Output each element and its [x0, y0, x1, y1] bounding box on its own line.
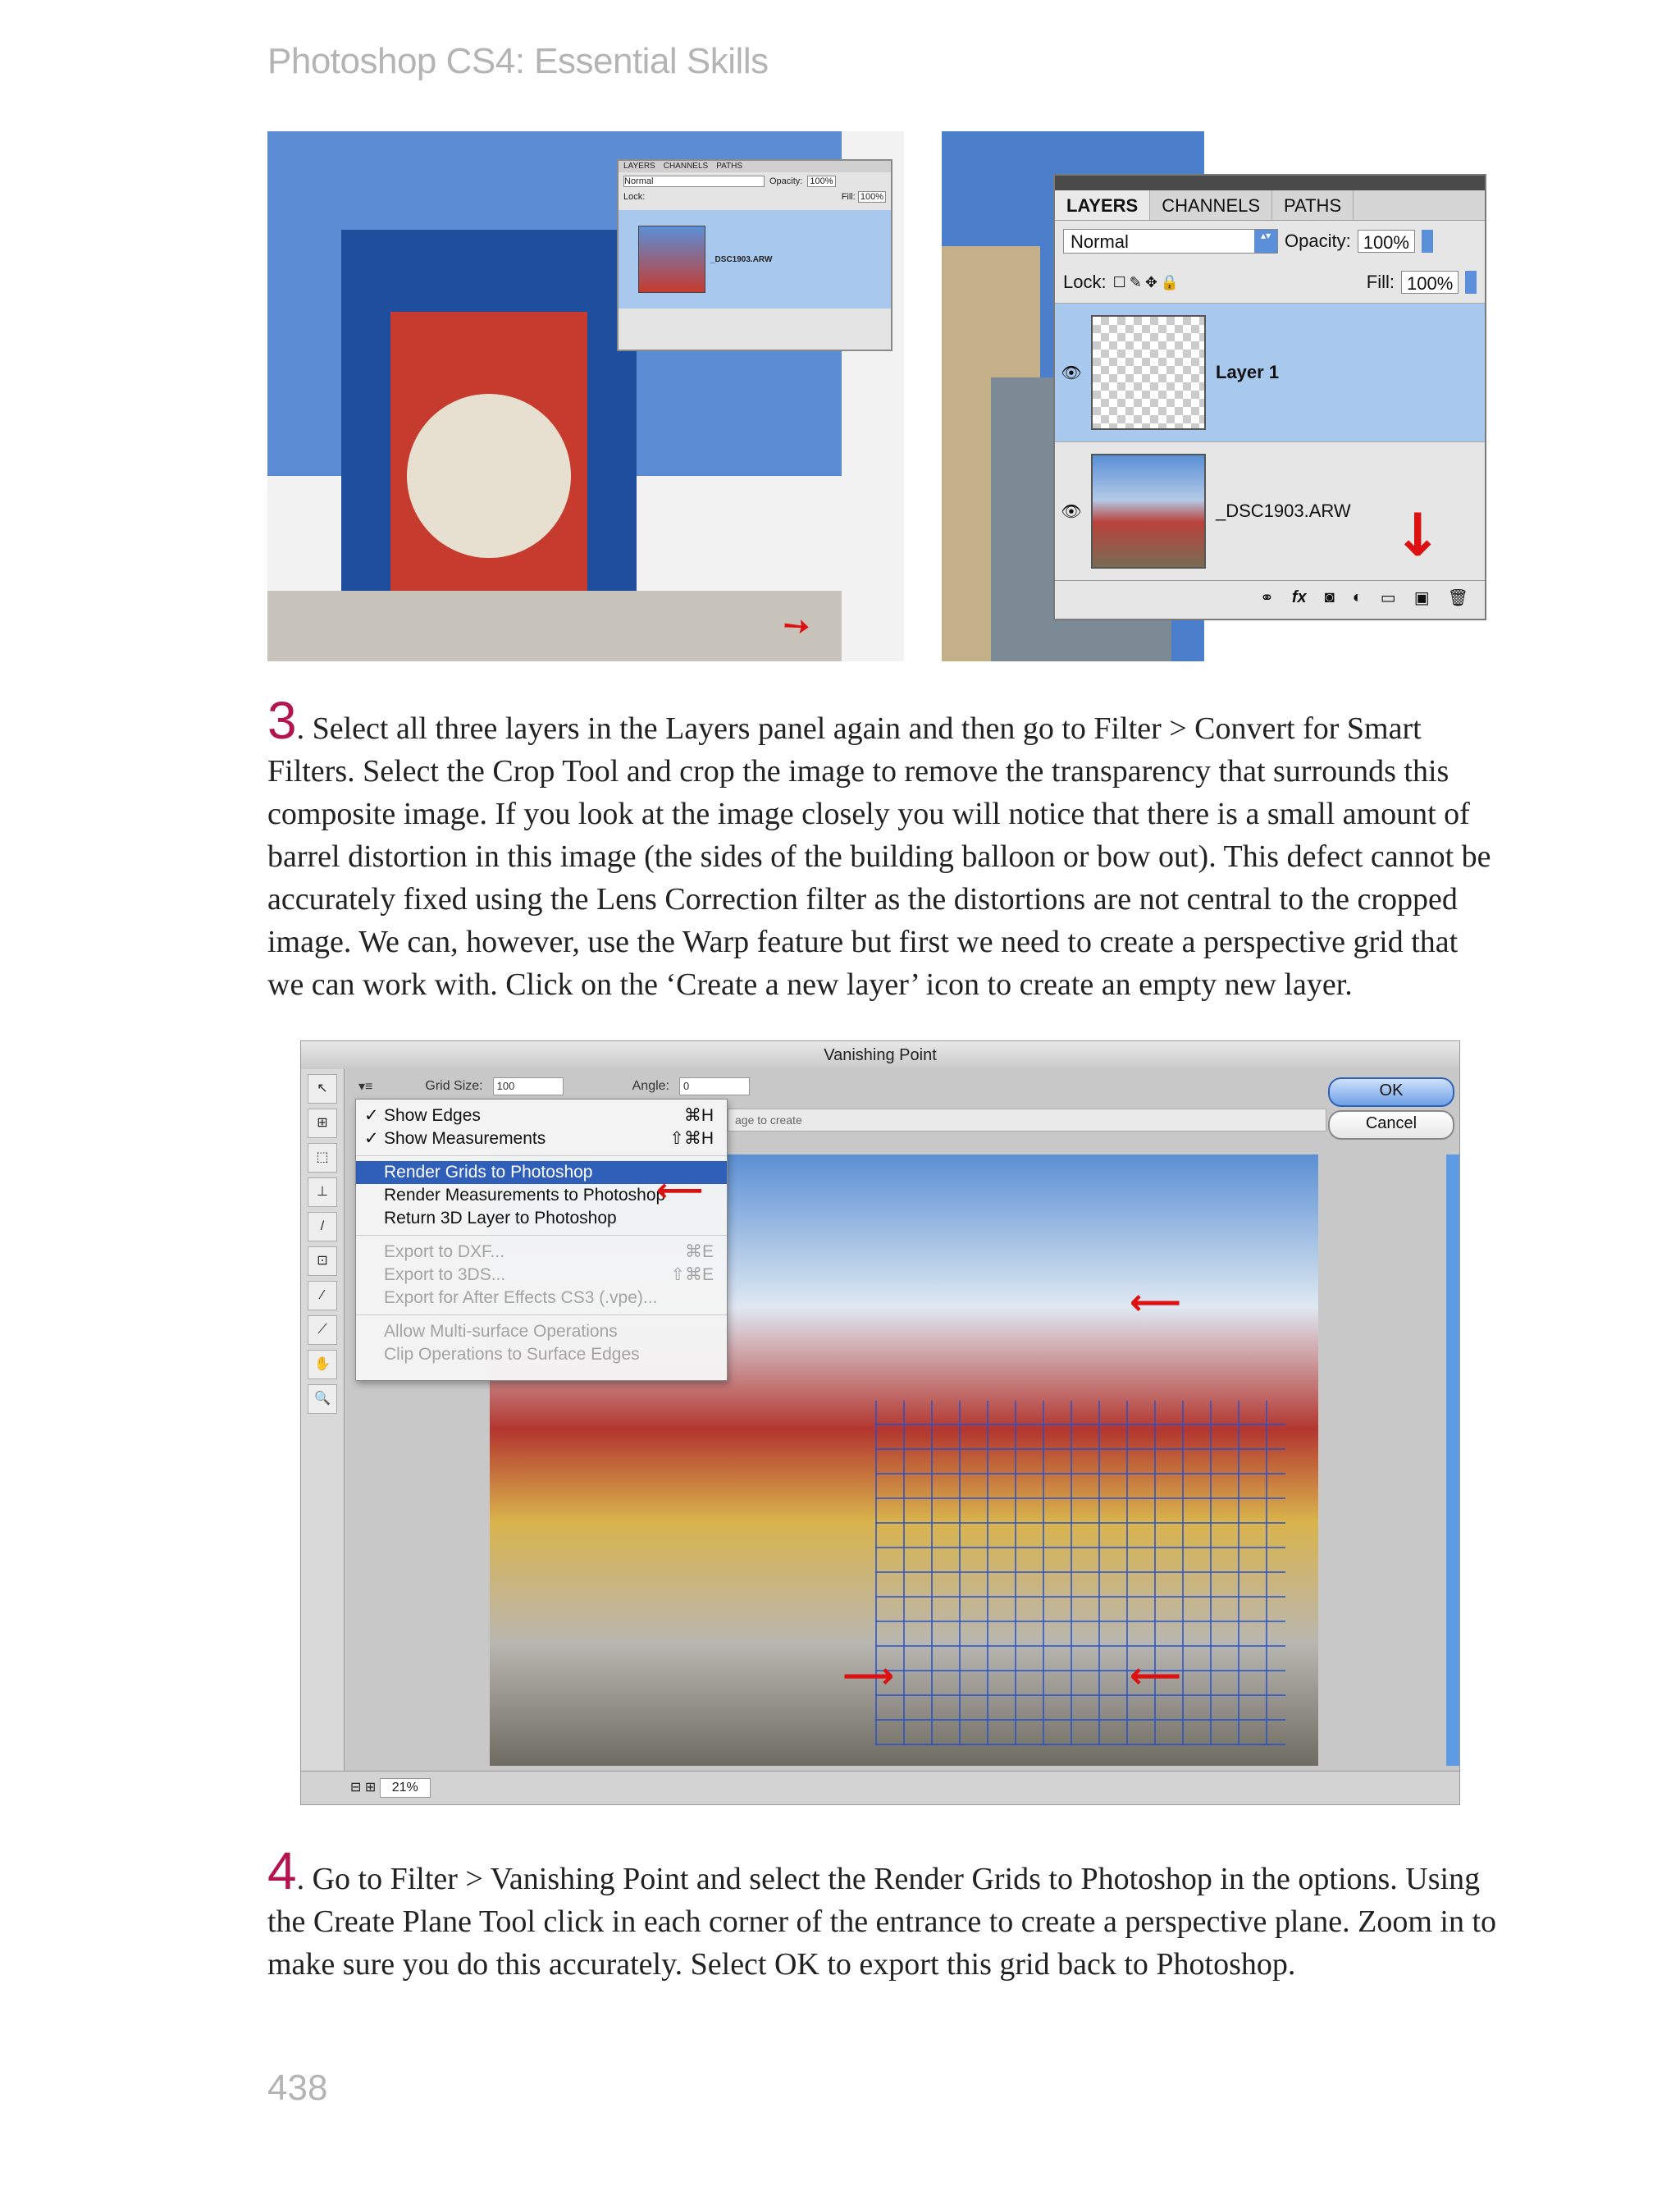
menu-item-export-dxf: Export to DXF... ⌘E — [384, 1242, 714, 1261]
eye-icon[interactable]: 👁 — [1055, 363, 1088, 383]
grid-size-field[interactable]: 100 — [492, 1077, 564, 1095]
red-arrow-icon: ↓ — [1393, 501, 1443, 569]
zoom-field[interactable]: 21% — [379, 1778, 431, 1798]
lock-label: Lock: — [1063, 272, 1107, 292]
blend-mode-select[interactable]: Normal — [1063, 229, 1278, 254]
zoom-tool-icon[interactable]: 🔍 — [308, 1384, 337, 1414]
tab-channels[interactable]: CHANNELS — [664, 161, 708, 172]
options-menu-icon[interactable]: ▾≡ — [358, 1078, 372, 1095]
red-arrow-icon: ⟵ — [656, 1172, 704, 1209]
angle-field[interactable]: 0 — [679, 1077, 750, 1095]
menu-separator — [356, 1314, 727, 1315]
opacity-label: Opacity: — [1285, 231, 1351, 251]
figure-left-screenshot: LAYERS CHANNELS PATHS Normal Opacity: 10… — [267, 131, 904, 661]
link-icon[interactable]: ⚭ — [1260, 588, 1274, 608]
tab-layers[interactable]: LAYERS — [623, 161, 655, 172]
layer-thumbnail — [1091, 315, 1206, 430]
page-number: 438 — [267, 2068, 328, 2108]
menu-item-return-3d-layer[interactable]: Return 3D Layer to Photoshop — [356, 1207, 727, 1230]
dialog-title: Vanishing Point — [301, 1041, 1459, 1069]
opacity-field[interactable]: 100% — [807, 176, 836, 187]
step-number: 4 — [267, 1841, 297, 1900]
step-text: . Select all three layers in the Layers … — [267, 711, 1491, 1002]
stamp-tool-icon[interactable]: ⊥ — [308, 1177, 337, 1207]
tab-channels[interactable]: CHANNELS — [1150, 190, 1273, 220]
options-menu: ✓ Show Edges ⌘H ✓ Show Measurements ⇧⌘H Rend… — [355, 1099, 728, 1381]
vertical-scrollbar[interactable] — [1446, 1154, 1459, 1766]
angle-label: Angle: — [632, 1079, 669, 1093]
grid-size-label: Grid Size: — [425, 1079, 483, 1093]
layer-name: _DSC1903.ARW — [1216, 501, 1351, 521]
edit-plane-tool-icon[interactable]: ↖ — [308, 1074, 337, 1104]
eyedropper-tool-icon[interactable]: ⁄ — [308, 1281, 337, 1310]
lock-label: Lock: — [623, 192, 646, 202]
zoom-in-icon[interactable]: ⊞ — [365, 1781, 376, 1795]
menu-separator — [356, 1235, 727, 1236]
fill-field[interactable]: 100% — [1401, 271, 1459, 294]
menu-separator — [356, 1155, 727, 1156]
running-head: Photoshop CS4: Essential Skills — [267, 41, 769, 81]
vanishing-point-dialog: Vanishing Point ↖ ⊞ ⬚ ⊥ / ⊡ ⁄ ⟋ ✋ 🔍 ▾≡ G… — [300, 1040, 1460, 1805]
panel-footer: ⚭ fx ◙ ◐ ▭ ▣ 🗑 — [1055, 580, 1485, 614]
eye-icon[interactable]: 👁 — [1055, 501, 1088, 522]
figure-right-screenshot: LAYERS CHANNELS PATHS Normal Opacity: 10… — [942, 131, 1490, 661]
opacity-field[interactable]: 100% — [1357, 230, 1415, 253]
tab-layers[interactable]: LAYERS — [1055, 190, 1151, 220]
checkmark-icon: ✓ — [364, 1106, 379, 1125]
opacity-label: Opacity: — [769, 176, 803, 186]
lock-icons[interactable]: ☐✎✥🔒 — [1113, 274, 1183, 291]
panel-titlebar[interactable] — [1055, 176, 1485, 190]
hint-bar: age to create — [728, 1109, 1326, 1132]
step-number: 3 — [267, 691, 297, 750]
measure-tool-icon[interactable]: ⟋ — [308, 1315, 337, 1345]
step-3-paragraph: 3. Select all three layers in the Layers… — [267, 694, 1498, 1006]
fx-icon[interactable]: fx — [1292, 588, 1307, 607]
menu-item-export-after-effects: Export for After Effects CS3 (.vpe)... — [384, 1288, 658, 1307]
tool-panel: ↖ ⊞ ⬚ ⊥ / ⊡ ⁄ ⟋ ✋ 🔍 — [301, 1069, 345, 1772]
tab-paths[interactable]: PATHS — [716, 161, 742, 172]
mask-icon[interactable]: ◙ — [1325, 588, 1335, 607]
step-4-paragraph: 4. Go to Filter > Vanishing Point and se… — [267, 1845, 1498, 1986]
fill-label: Fill: — [841, 192, 856, 202]
layer-thumbnail — [1091, 454, 1206, 569]
checkmark-icon: ✓ — [364, 1129, 379, 1148]
layers-panel-small: LAYERS CHANNELS PATHS Normal Opacity: 10… — [617, 159, 892, 351]
fill-label: Fill: — [1366, 272, 1395, 292]
brush-tool-icon[interactable]: / — [308, 1212, 337, 1241]
status-bar: ⊟ ⊞ 21% — [301, 1771, 1459, 1804]
adjustment-icon[interactable]: ◐ — [1353, 588, 1363, 607]
menu-item-show-edges[interactable]: ✓ Show Edges ⌘H — [356, 1104, 727, 1127]
layer-name[interactable]: _DSC1903.ARW — [710, 255, 772, 264]
zoom-out-icon[interactable]: ⊟ — [350, 1781, 361, 1795]
folder-icon[interactable]: ▭ — [1381, 588, 1396, 608]
menu-item-clip-operations: Clip Operations to Surface Edges — [384, 1345, 640, 1364]
menu-item-allow-multi-surface: Allow Multi-surface Operations — [384, 1322, 618, 1341]
layer-name: Layer 1 — [1216, 362, 1280, 382]
fill-field[interactable]: 100% — [857, 191, 886, 203]
fill-stepper[interactable] — [1465, 271, 1477, 294]
tab-paths[interactable]: PATHS — [1272, 190, 1354, 220]
layer-row[interactable]: 👁 Layer 1 — [1055, 303, 1485, 441]
menu-item-export-3ds: Export to 3DS... ⇧⌘E — [384, 1265, 714, 1284]
opacity-stepper[interactable] — [1421, 230, 1433, 253]
new-layer-icon[interactable]: ▣ — [1414, 588, 1430, 608]
ok-button[interactable]: OK — [1328, 1077, 1454, 1107]
red-arrow-icon: ⟵ — [1130, 1655, 1182, 1697]
perspective-grid[interactable] — [875, 1401, 1285, 1745]
step-text: . Go to Filter > Vanishing Point and sel… — [267, 1862, 1497, 1982]
blend-mode-select[interactable]: Normal — [623, 176, 765, 187]
create-plane-tool-icon[interactable]: ⊞ — [308, 1109, 337, 1138]
red-arrow-icon: ⟶ — [842, 1655, 895, 1697]
cancel-button[interactable]: Cancel — [1328, 1110, 1454, 1140]
tool-options: ▾≡ Grid Size: 100 Angle: 0 — [358, 1077, 750, 1095]
marquee-tool-icon[interactable]: ⬚ — [308, 1143, 337, 1173]
transform-tool-icon[interactable]: ⊡ — [308, 1246, 337, 1276]
red-arrow-icon: ⟵ — [1130, 1282, 1182, 1324]
hand-tool-icon[interactable]: ✋ — [308, 1350, 337, 1379]
layer-thumbnail[interactable] — [638, 226, 705, 293]
trash-icon[interactable]: 🗑 — [1448, 588, 1468, 608]
menu-item-show-measurements[interactable]: ✓ Show Measurements ⇧⌘H — [356, 1127, 727, 1150]
